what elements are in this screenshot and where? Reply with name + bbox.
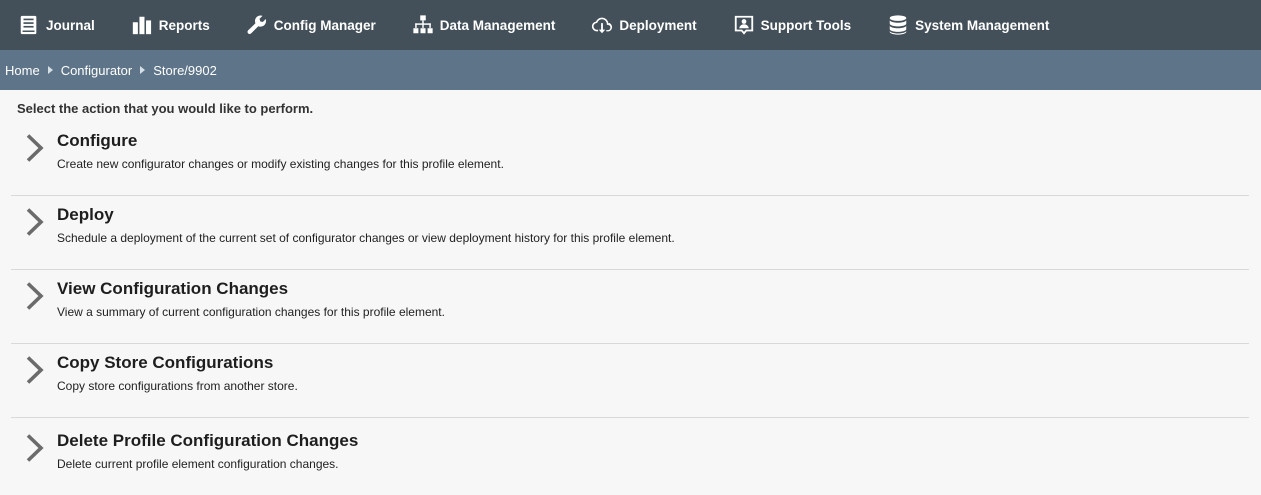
chevron-right-icon [11,122,57,163]
nav-reports-label: Reports [158,17,210,33]
breadcrumb-current-store: Store/9902 [153,62,217,78]
journal-icon [20,15,37,35]
action-description: Copy store configurations from another s… [57,379,298,393]
chevron-right-icon [11,344,57,385]
main-content: Select the action that you would like to… [0,90,1261,492]
action-list: Configure Create new configurator change… [11,122,1249,492]
nav-journal-label: Journal [46,17,95,33]
nav-system-management-label: System Management [915,17,1050,33]
action-title: Deploy [57,205,114,224]
breadcrumb-separator-icon [140,66,146,74]
action-description: Delete current profile element configura… [57,457,339,471]
nav-support-tools[interactable]: Support Tools [733,14,852,36]
nav-config-manager[interactable]: Config Manager [246,14,376,36]
nav-config-manager-label: Config Manager [273,17,376,33]
action-title: Copy Store Configurations [57,353,274,372]
breadcrumb-home[interactable]: Home [5,63,40,78]
action-description: Schedule a deployment of the current set… [57,231,675,245]
cloud-download-icon [592,17,613,34]
breadcrumb-separator-icon [47,66,53,74]
nav-data-management-label: Data Management [439,17,556,33]
breadcrumb-configurator[interactable]: Configurator [61,63,133,78]
bar-chart-icon [132,16,151,35]
hierarchy-icon [413,15,433,34]
action-description: View a summary of current configuration … [57,305,445,319]
action-title: View Configuration Changes [57,279,289,298]
nav-journal[interactable]: Journal [18,14,95,36]
chevron-right-icon [11,196,57,237]
action-delete-profile-configuration-changes[interactable]: Delete Profile Configuration Changes Del… [11,418,1249,492]
action-title: Configure [57,131,138,150]
action-deploy[interactable]: Deploy Schedule a deployment of the curr… [11,196,1249,270]
nav-reports[interactable]: Reports [131,14,210,36]
action-description: Create new configurator changes or modif… [57,157,504,171]
wrench-icon [247,15,266,35]
chevron-right-icon [11,270,57,311]
support-person-icon [734,15,753,35]
chevron-right-icon [11,418,57,463]
nav-deployment-label: Deployment [619,17,697,33]
nav-deployment[interactable]: Deployment [591,14,697,36]
action-copy-store-configurations[interactable]: Copy Store Configurations Copy store con… [11,344,1249,418]
nav-support-tools-label: Support Tools [760,17,852,33]
database-icon [889,15,907,35]
action-view-configuration-changes[interactable]: View Configuration Changes View a summar… [11,270,1249,344]
nav-data-management[interactable]: Data Management [412,14,556,36]
nav-system-management[interactable]: System Management [887,14,1049,36]
action-configure[interactable]: Configure Create new configurator change… [11,122,1249,196]
page-instruction: Select the action that you would like to… [17,101,314,116]
action-title: Delete Profile Configuration Changes [57,431,359,450]
breadcrumb: Home Configurator Store/9902 [0,50,1261,90]
top-navigation-bar: Journal Reports Config Manager Data Mana… [0,0,1261,50]
